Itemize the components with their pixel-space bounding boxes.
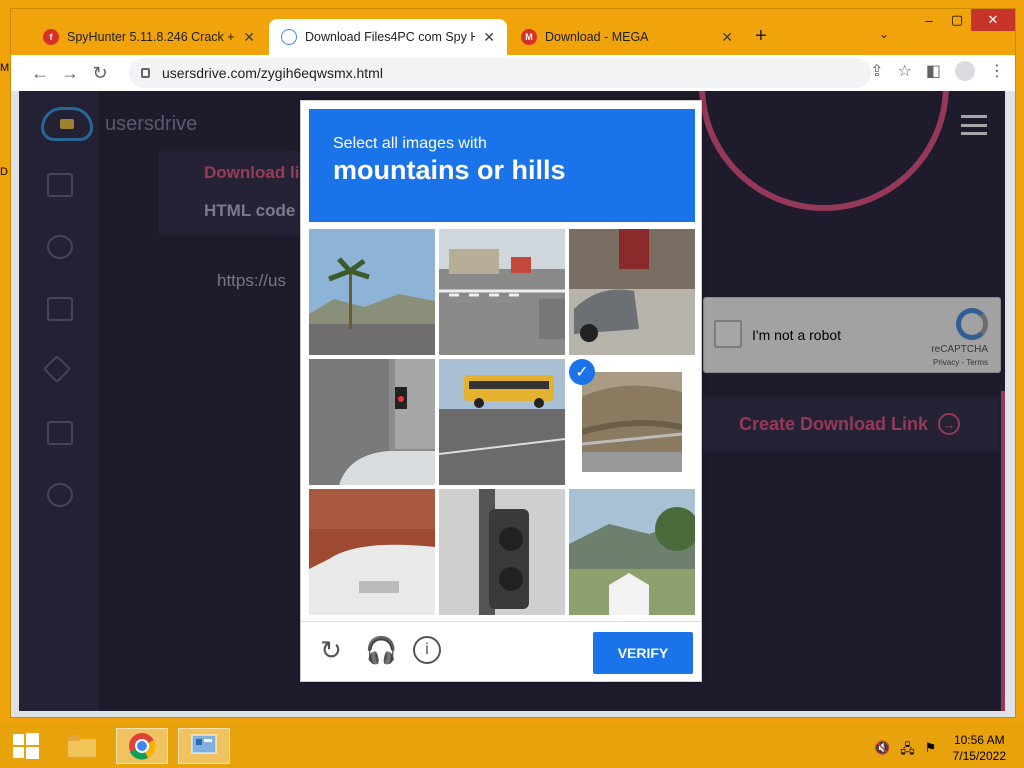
system-clock[interactable]: 10:56 AM 7/15/2022 <box>953 732 1006 764</box>
spyhunter-icon: f <box>43 29 59 45</box>
file-explorer-icon[interactable] <box>56 728 108 764</box>
desktop-edge-icon-m: M <box>0 62 10 74</box>
home-icon <box>281 29 297 45</box>
captcha-tile-9[interactable] <box>569 489 695 615</box>
verify-button[interactable]: VERIFY <box>593 632 693 674</box>
captcha-tile-6[interactable]: ✓ <box>569 359 695 485</box>
network-icon[interactable]: 🖧 <box>900 740 915 762</box>
captcha-tile-5[interactable] <box>439 359 565 485</box>
lock-icon[interactable] <box>141 68 150 78</box>
browser-toolbar: ← → ↻ usersdrive.com/zygih6eqwsmx.html ⇪… <box>11 55 1015 91</box>
captcha-tile-2[interactable] <box>439 229 565 355</box>
captcha-grid: ✓ <box>309 229 695 615</box>
captcha-tile-7[interactable] <box>309 489 435 615</box>
chrome-taskbar-icon[interactable] <box>116 728 168 764</box>
mega-icon: M <box>521 29 537 45</box>
selected-check-icon: ✓ <box>569 359 595 385</box>
side-panel-icon[interactable]: ◧ <box>926 61 941 81</box>
forward-arrow-icon[interactable]: → <box>55 63 85 84</box>
url-text[interactable]: usersdrive.com/zygih6eqwsmx.html <box>162 65 383 81</box>
share-icon[interactable]: ⇪ <box>870 61 883 81</box>
captcha-tile-4[interactable] <box>309 359 435 485</box>
back-arrow-icon[interactable]: ← <box>25 63 55 84</box>
captcha-footer: ↻ 🎧 i VERIFY <box>301 621 701 681</box>
tab-files4pc[interactable]: Download Files4PC com Spy Hun ✕ <box>269 19 507 55</box>
address-bar[interactable]: usersdrive.com/zygih6eqwsmx.html <box>129 58 871 88</box>
profile-avatar-icon[interactable] <box>955 61 975 81</box>
new-tab-button[interactable]: + <box>755 25 767 48</box>
maximize-icon[interactable]: ▢ <box>943 9 971 31</box>
audio-challenge-icon[interactable]: 🎧 <box>365 636 397 664</box>
clock-time: 10:56 AM <box>953 733 1005 747</box>
captcha-target: mountains or hills <box>333 155 566 185</box>
tab-search-chevron-icon[interactable]: ⌄ <box>879 27 889 41</box>
system-tray: 🔇 🖧 ⚑ <box>874 740 936 762</box>
close-icon[interactable]: ✕ <box>483 29 495 46</box>
captcha-challenge: Select all images with mountains or hill… <box>300 100 702 682</box>
tab-spyhunter[interactable]: f SpyHunter 5.11.8.246 Crack + 10 ✕ <box>31 19 267 55</box>
help-info-icon[interactable]: i <box>413 636 441 664</box>
close-icon[interactable]: ✕ <box>243 29 255 46</box>
captcha-tile-3[interactable] <box>569 229 695 355</box>
desktop: M D f SpyHunter 5.11.8.246 Crack + 10 ✕ … <box>0 0 1024 768</box>
captcha-tile-1[interactable] <box>309 229 435 355</box>
window-controls: – ▢ ✕ <box>915 9 1015 31</box>
reload-challenge-icon[interactable]: ↻ <box>317 636 345 664</box>
action-center-icon[interactable]: ⚑ <box>925 740 937 762</box>
tab-title: Download - MEGA <box>545 30 649 44</box>
toolbar-actions: ⇪ ☆ ◧ ⋮ <box>870 61 1005 81</box>
captcha-header: Select all images with mountains or hill… <box>309 109 695 222</box>
minimize-icon[interactable]: – <box>915 9 943 31</box>
bookmark-star-icon[interactable]: ☆ <box>898 61 912 81</box>
captcha-tile-8[interactable] <box>439 489 565 615</box>
taskbar: 🔇 🖧 ⚑ 10:56 AM 7/15/2022 <box>0 722 1024 768</box>
tab-title: SpyHunter 5.11.8.246 Crack + 10 <box>67 30 236 44</box>
menu-kebab-icon[interactable]: ⋮ <box>989 61 1005 81</box>
start-windows-icon[interactable] <box>0 728 52 764</box>
captcha-instruction: Select all images with <box>333 135 487 152</box>
clock-date: 7/15/2022 <box>952 749 1006 763</box>
tab-title: Download Files4PC com Spy Hun <box>305 30 476 44</box>
control-panel-icon[interactable] <box>178 728 230 764</box>
tab-mega[interactable]: M Download - MEGA ✕ <box>509 19 745 55</box>
close-icon[interactable]: ✕ <box>721 29 733 46</box>
tab-strip: f SpyHunter 5.11.8.246 Crack + 10 ✕ Down… <box>11 9 1015 55</box>
window-close-icon[interactable]: ✕ <box>971 9 1015 31</box>
desktop-edge-icon-d: D <box>0 166 8 178</box>
volume-muted-icon[interactable]: 🔇 <box>874 740 890 762</box>
reload-icon[interactable]: ↻ <box>85 63 115 84</box>
